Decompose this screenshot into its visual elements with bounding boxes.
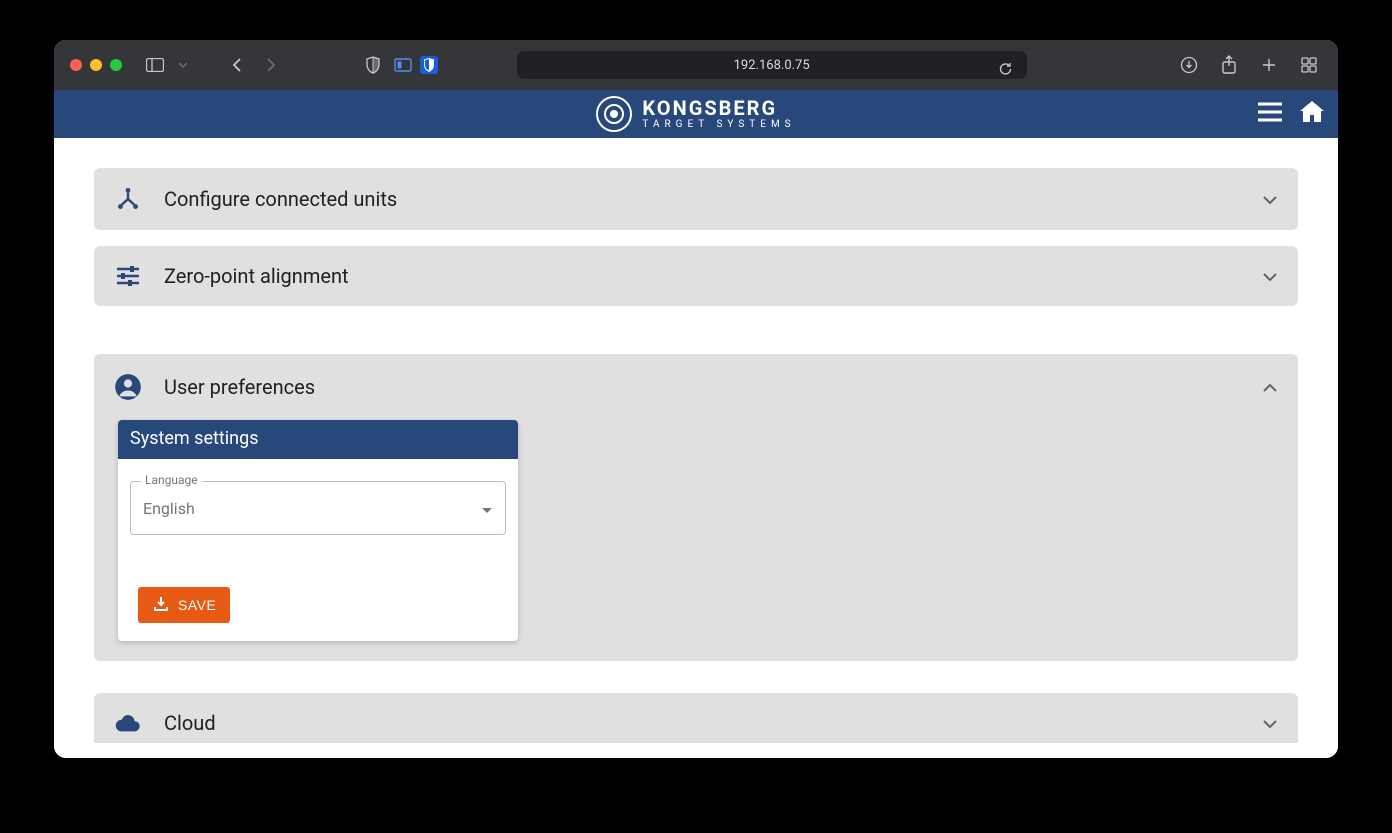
target-logo-icon bbox=[596, 96, 632, 132]
new-tab-icon[interactable] bbox=[1256, 52, 1282, 78]
downloads-icon[interactable] bbox=[1176, 52, 1202, 78]
language-select[interactable]: Language English bbox=[130, 481, 506, 535]
home-icon[interactable] bbox=[1298, 99, 1326, 129]
shield-privacy-icon[interactable] bbox=[360, 52, 386, 78]
hub-icon bbox=[114, 186, 142, 212]
nav-back-icon[interactable] bbox=[224, 52, 250, 78]
dropdown-caret-icon bbox=[481, 499, 493, 518]
chevron-down-icon bbox=[1262, 714, 1278, 733]
minimize-window-icon[interactable] bbox=[90, 59, 102, 71]
tab-overview-icon[interactable] bbox=[1296, 52, 1322, 78]
chevron-down-icon bbox=[1262, 190, 1278, 209]
chevron-down-icon bbox=[1262, 267, 1278, 286]
brand-logo-block: KONGSBERG TARGET SYSTEMS bbox=[596, 96, 795, 132]
panel-user-preferences: User preferences System settings Languag… bbox=[94, 354, 1298, 661]
panel-user-preferences-body: System settings Language English bbox=[94, 420, 1298, 661]
close-window-icon[interactable] bbox=[70, 59, 82, 71]
share-icon[interactable] bbox=[1216, 52, 1242, 78]
app-header: KONGSBERG TARGET SYSTEMS bbox=[54, 90, 1338, 138]
sidebar-chevron-down-icon[interactable] bbox=[170, 52, 196, 78]
language-label: Language bbox=[141, 473, 202, 487]
brand-sub: TARGET SYSTEMS bbox=[642, 120, 795, 130]
save-download-icon bbox=[152, 595, 170, 616]
panel-title: User preferences bbox=[164, 375, 1240, 399]
brand-main: KONGSBERG bbox=[642, 98, 795, 118]
fullscreen-window-icon[interactable] bbox=[110, 59, 122, 71]
extension-devtools-icon[interactable] bbox=[394, 56, 412, 74]
panel-configure-units[interactable]: Configure connected units bbox=[94, 168, 1298, 230]
window-traffic-lights[interactable] bbox=[70, 59, 122, 71]
panel-title: Configure connected units bbox=[164, 187, 1240, 211]
user-circle-icon bbox=[114, 372, 142, 402]
save-button[interactable]: SAVE bbox=[138, 587, 230, 623]
panel-zero-point[interactable]: Zero-point alignment bbox=[94, 246, 1298, 306]
nav-forward-icon[interactable] bbox=[258, 52, 284, 78]
cloud-icon bbox=[114, 712, 142, 734]
language-value: English bbox=[143, 499, 481, 518]
address-bar-url: 192.168.0.75 bbox=[734, 58, 810, 73]
refresh-icon[interactable] bbox=[993, 56, 1019, 82]
address-bar[interactable]: 192.168.0.75 bbox=[517, 51, 1027, 79]
panel-title: Cloud bbox=[164, 711, 1240, 735]
chevron-up-icon bbox=[1262, 378, 1278, 397]
extension-bitwarden-icon[interactable] bbox=[420, 56, 438, 74]
system-settings-card: System settings Language English bbox=[118, 420, 518, 641]
tune-icon bbox=[114, 264, 142, 288]
panel-user-preferences-header[interactable]: User preferences bbox=[94, 354, 1298, 420]
panel-cloud[interactable]: Cloud bbox=[94, 693, 1298, 743]
card-header: System settings bbox=[118, 420, 518, 459]
settings-page: Configure connected units Zero-point ali… bbox=[54, 138, 1338, 758]
browser-window: 192.168.0.75 KONG bbox=[54, 40, 1338, 758]
save-button-label: SAVE bbox=[178, 597, 216, 613]
sidebar-toggle-icon[interactable] bbox=[142, 52, 168, 78]
hamburger-menu-icon[interactable] bbox=[1256, 101, 1284, 127]
panel-title: Zero-point alignment bbox=[164, 264, 1240, 288]
safari-toolbar: 192.168.0.75 bbox=[54, 40, 1338, 90]
